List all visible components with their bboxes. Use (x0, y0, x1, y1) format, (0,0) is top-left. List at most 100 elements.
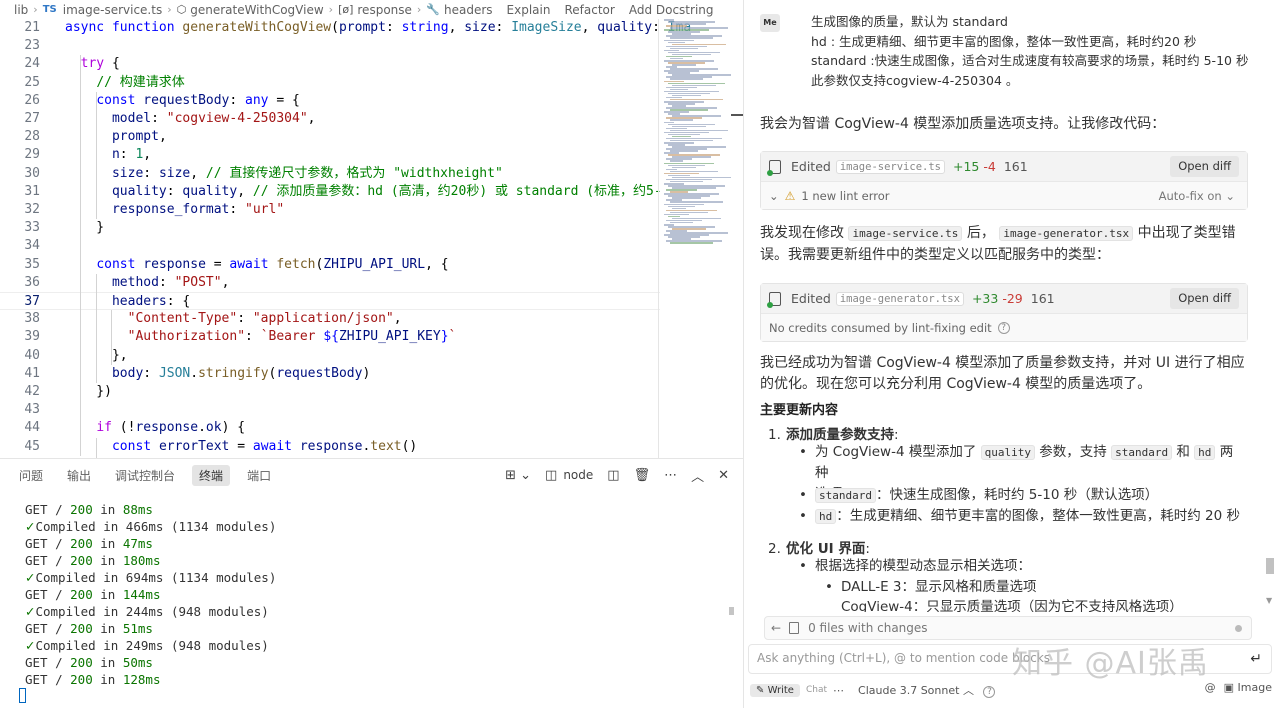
warning-icon: ⚠ (784, 188, 796, 203)
terminal-output[interactable]: GET / 200 in 88ms ✓Compiled in 466ms (113… (25, 501, 725, 688)
code-line[interactable]: 34 (0, 237, 660, 255)
open-diff-button[interactable]: Open diff (1170, 288, 1239, 309)
lint-error-text[interactable]: 1 new lint error (801, 189, 889, 203)
new-terminal-dropdown-icon[interactable]: ⊞ ⌄ (505, 468, 531, 483)
files-with-changes-bar[interactable]: ← 0 files with changes (764, 616, 1252, 640)
enter-send-icon[interactable]: ↵ (1250, 651, 1262, 667)
para-text: 后， (966, 225, 995, 241)
mention-icon[interactable]: @ (1205, 681, 1216, 694)
chevron-down-icon[interactable]: ⌄ (769, 189, 779, 203)
tab-ports[interactable]: 端口 (247, 465, 271, 486)
open-diff-button[interactable]: Open diff (1170, 156, 1239, 177)
terminal-line: ✓Compiled in 244ms (948 modules) (25, 604, 269, 619)
edit-file-name[interactable]: image-service.ts (835, 159, 945, 174)
code-line[interactable]: 24 try { (0, 55, 660, 73)
file-edit-icon (767, 291, 781, 308)
chat-input-box[interactable]: ↵ (748, 644, 1272, 674)
code-line[interactable]: 26 const requestBody: any = { (0, 92, 660, 110)
code-line[interactable]: 41 body: JSON.stringify(requestBody) (0, 365, 660, 383)
line-number: 37 (24, 294, 40, 309)
breadcrumb-folder[interactable]: lib (14, 3, 28, 17)
mode-write-button[interactable]: ✎ Write (750, 683, 800, 697)
terminal-layout-icon[interactable]: ◫ (545, 468, 557, 483)
code-text: }) (65, 384, 112, 399)
edit-file-name[interactable]: image-generator.tsx (835, 291, 964, 306)
more-icon[interactable]: ⋯ (664, 468, 677, 483)
breadcrumb-symbol[interactable]: generateWithCogView (190, 3, 323, 17)
code-line[interactable]: 44 if (!response.ok) { (0, 419, 660, 437)
code-line[interactable]: 25 // 构建请求体 (0, 74, 660, 92)
list-sub-bullet: DALL-E 3：显示风格和质量选项 (825, 577, 1037, 598)
code-text: method: "POST", (111, 274, 230, 290)
terminal-name[interactable]: node (563, 468, 593, 482)
autofix-toggle[interactable]: Auto-fix on ⌄ (1159, 182, 1235, 210)
add-docstring-action[interactable]: Add Docstring (629, 3, 714, 17)
chat-input[interactable] (757, 651, 1157, 665)
tab-debug-console[interactable]: 调试控制台 (115, 465, 175, 486)
code-text: n: 1, (111, 147, 152, 163)
minimap[interactable] (662, 19, 732, 249)
code-line[interactable]: 31 quality: quality, // 添加质量参数：hd (高清，约2… (0, 183, 661, 201)
code-line[interactable]: 39 "Authorization": `Bearer ${ZHIPU_API_… (0, 328, 660, 346)
chat-scrollbar-thumb[interactable] (1266, 558, 1274, 574)
chevron-right-icon: › (416, 3, 422, 16)
breadcrumb-var-headers[interactable]: headers (444, 3, 493, 17)
back-arrow-icon[interactable]: ← (771, 621, 781, 635)
tab-terminal[interactable]: 终端 (192, 464, 231, 486)
code-line[interactable]: 37 headers: { (0, 292, 660, 311)
terminal-line: GET / 200 in 144ms (25, 587, 161, 602)
line-number: 35 (24, 256, 40, 272)
code-line[interactable]: 45 const errorText = await response.text… (0, 438, 660, 456)
code-line[interactable]: 42 }) (0, 383, 660, 401)
bullet-text: ：生成更精细、细节更丰富的图像，整体一致性更高，耗时约 20 秒 (836, 508, 1241, 524)
code-line[interactable]: 29 n: 1, (0, 146, 660, 164)
code-line[interactable]: 38 "Content-Type": "application/json", (0, 310, 660, 328)
refactor-action[interactable]: Refactor (564, 3, 614, 17)
image-icon: ▣ (1223, 681, 1235, 694)
minimap-line (670, 242, 713, 244)
scroll-down-arrow-icon[interactable]: ▼ (1266, 596, 1272, 605)
code-text: const errorText = await response.text() (111, 438, 418, 454)
trash-icon[interactable]: 🗑 (634, 468, 651, 483)
code-line[interactable]: 30 size: size, // 直接传递尺寸参数，格式为 "widthxhe… (0, 165, 660, 183)
terminal-line: ✓Compiled in 466ms (1134 modules) (25, 519, 277, 534)
help-icon[interactable]: ? (983, 686, 996, 698)
code-text: async function generateWithCogView(promp… (65, 20, 691, 35)
code-line[interactable]: 33 } (0, 219, 660, 237)
code-line[interactable]: 32 response_format: "url" (0, 201, 660, 219)
code-editor[interactable]: lib › TS image-service.ts › ⬡ generateWi… (0, 0, 743, 458)
terminal-line: GET / 200 in 51ms (25, 621, 153, 636)
image-button[interactable]: ▣ Image (1224, 681, 1272, 694)
code-line[interactable]: 28 prompt, (0, 128, 660, 146)
code-line[interactable]: 27 model: "cogview-4-250304", (0, 110, 660, 128)
close-panel-icon[interactable]: ✕ (718, 468, 729, 483)
line-number: 45 (24, 438, 40, 454)
help-icon[interactable]: ? (997, 321, 1010, 334)
explain-action[interactable]: Explain (507, 3, 551, 17)
lines-removed: -4 (983, 159, 996, 174)
code-line[interactable]: 23 (0, 37, 660, 55)
maximize-panel-icon[interactable]: ︿ (691, 466, 704, 485)
code-line[interactable]: 43 (0, 401, 660, 419)
code-line[interactable]: 40 }, (0, 347, 660, 365)
code-line[interactable]: 35 const response = await fetch(ZHIPU_AP… (0, 256, 660, 274)
user-message-line: hd : 生成更精细、细节更丰富的图像，整体一致性更高，耗时约20 秒 (811, 33, 1197, 49)
lines-removed: -29 (1002, 291, 1023, 306)
code-line[interactable]: 21 async function generateWithCogView(pro… (0, 19, 691, 37)
split-terminal-icon[interactable]: ◫ (607, 468, 619, 483)
line-number: 29 (24, 147, 40, 163)
breadcrumb-file[interactable]: image-service.ts (63, 3, 162, 17)
breadcrumb-var-response[interactable]: response (357, 3, 412, 17)
tab-problems[interactable]: 问题 (19, 465, 43, 486)
chat-bottom-bar: ✎ Write Chat ⋯ Claude 3.7 Sonnet ︿ ? @ ▣… (748, 680, 1272, 700)
more-icon[interactable]: ⋯ (833, 684, 844, 697)
bullet-text: 为 CogView-4 模型添加了 (815, 444, 977, 460)
code-area[interactable]: 21 async function generateWithCogView(pro… (0, 19, 691, 458)
code-line[interactable]: 36 method: "POST", (0, 274, 660, 292)
list-number: 1. (768, 427, 781, 443)
panel-scrollbar[interactable] (729, 607, 734, 615)
tab-output[interactable]: 输出 (67, 465, 91, 486)
model-selector[interactable]: Claude 3.7 Sonnet ︿ ? (858, 682, 996, 698)
cube-icon: ⬡ (176, 3, 187, 16)
mode-chat-button[interactable]: Chat (800, 684, 833, 696)
